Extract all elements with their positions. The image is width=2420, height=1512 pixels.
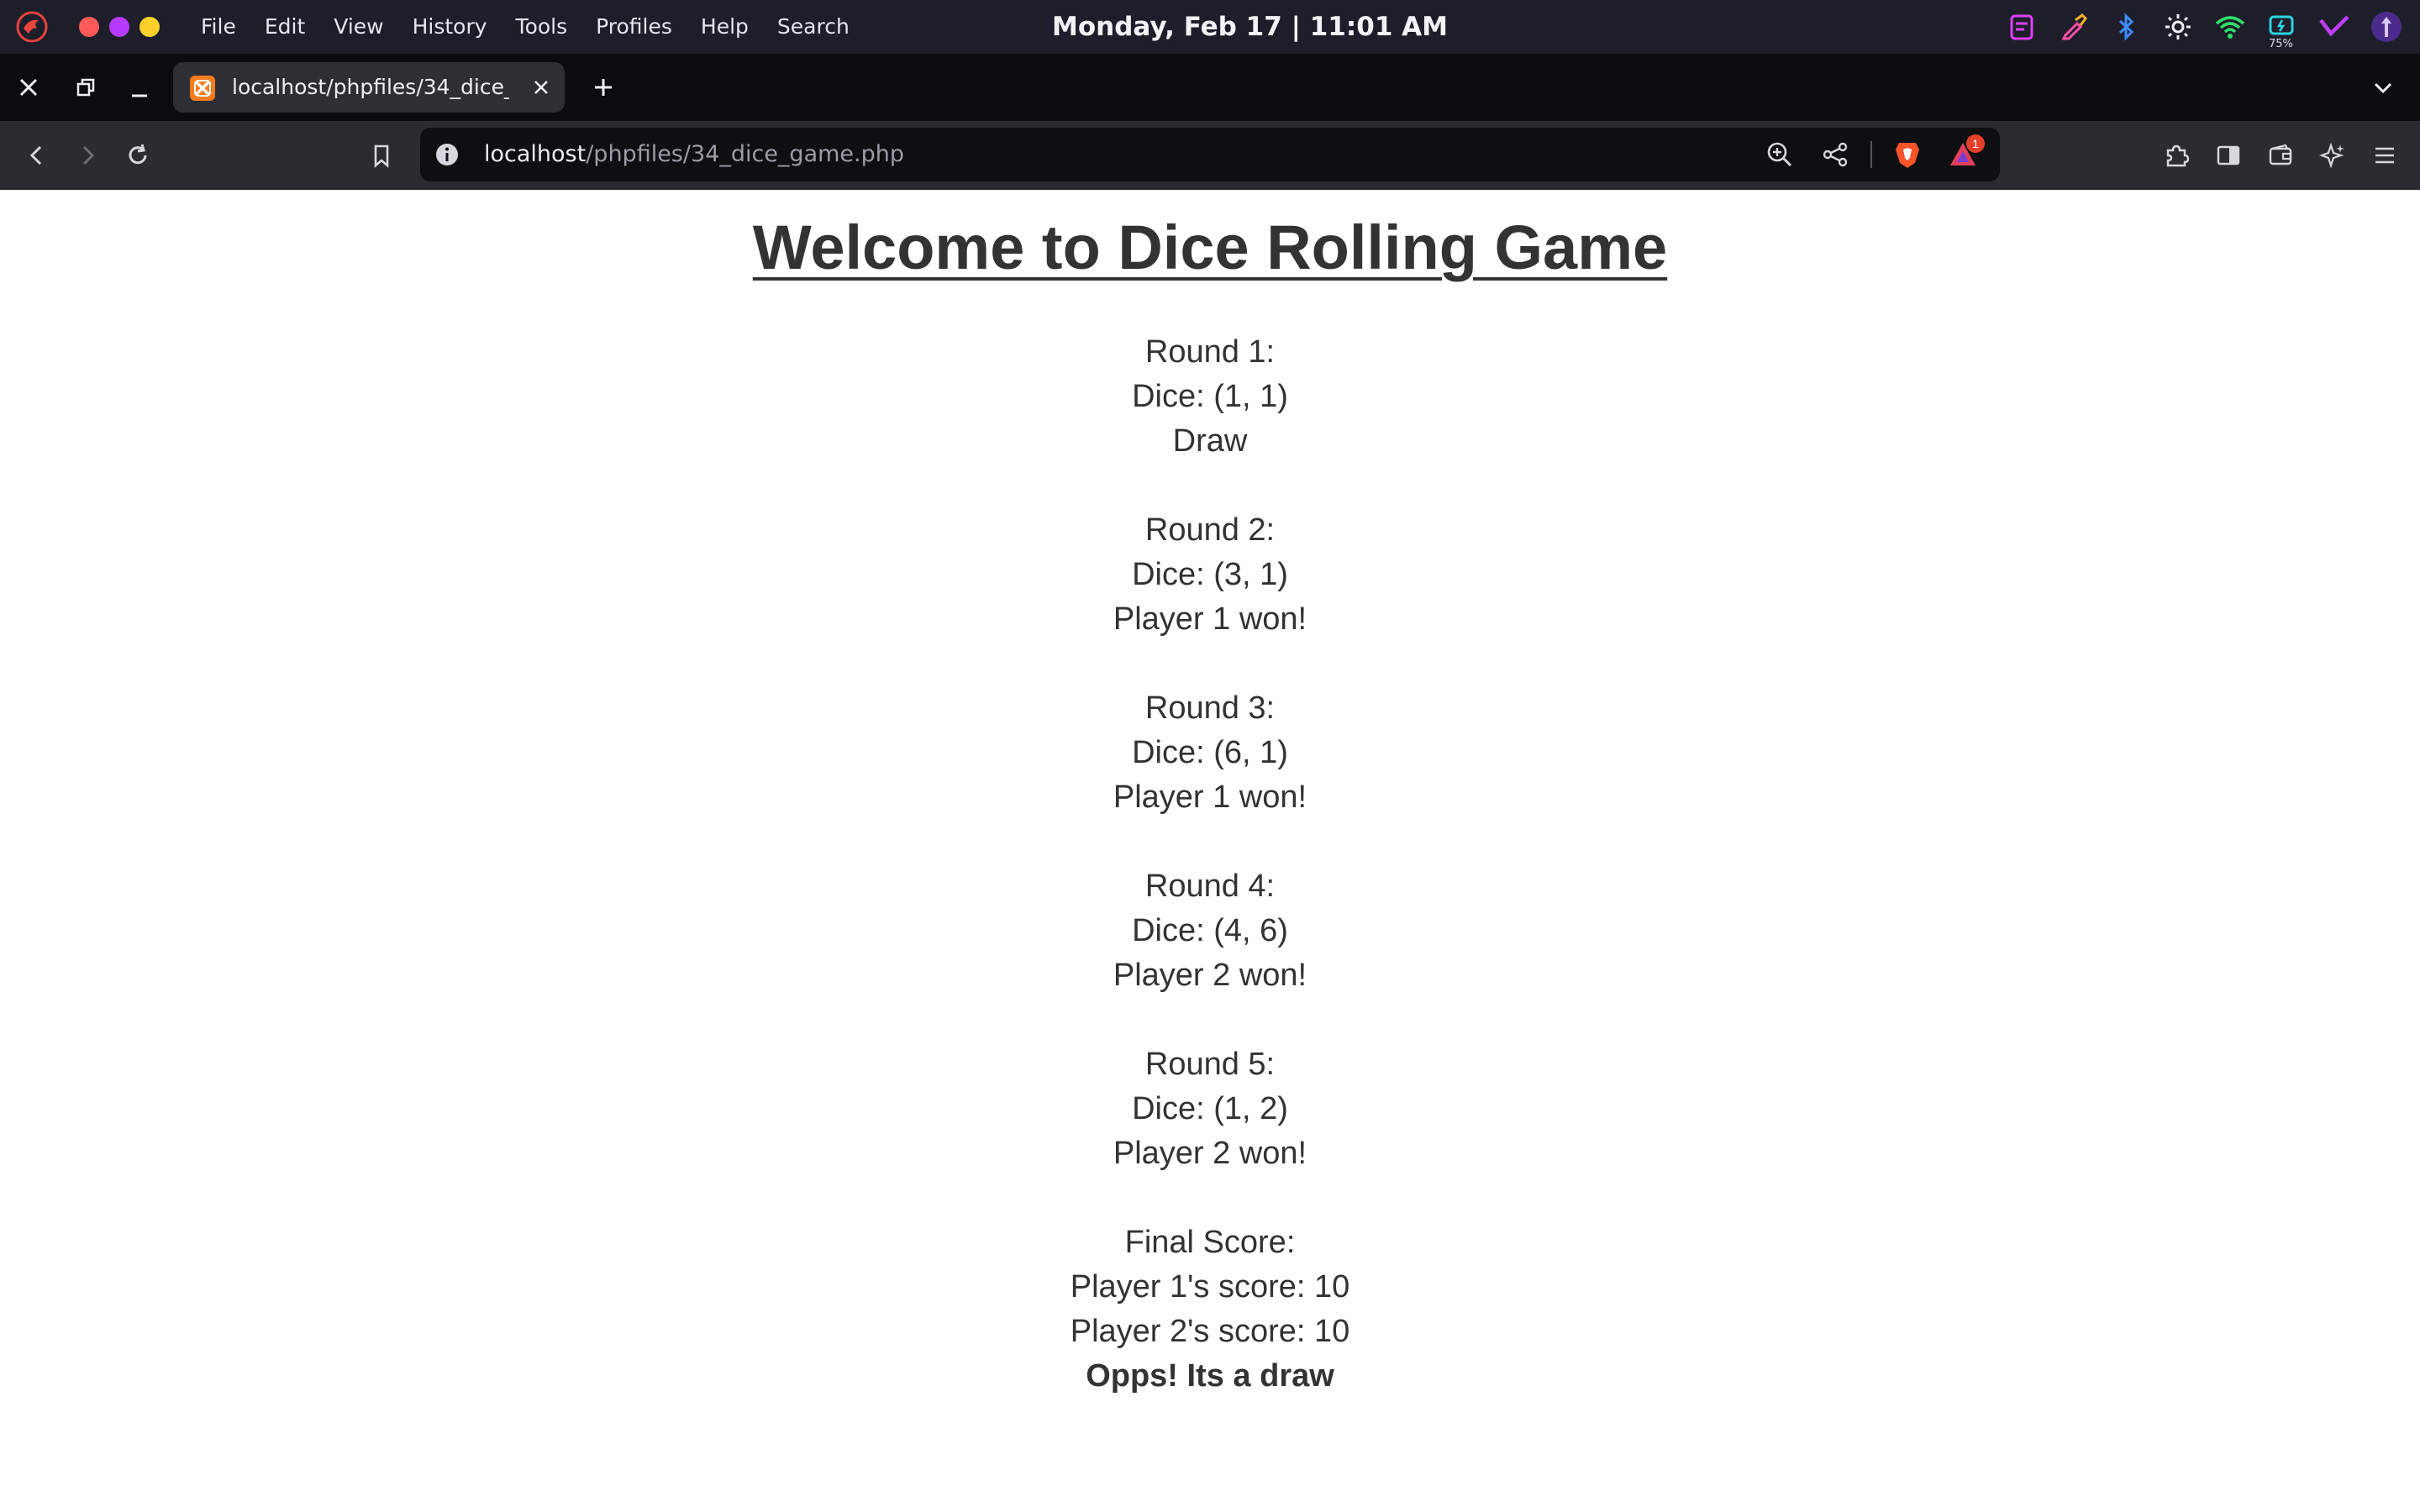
- round-block: Round 2: Dice: (3, 1) Player 1 won!: [0, 508, 2420, 642]
- final-verdict: Opps! Its a draw: [1086, 1358, 1334, 1394]
- new-tab-button[interactable]: [581, 66, 625, 109]
- menu-search[interactable]: Search: [763, 0, 864, 54]
- user-avatar-icon[interactable]: [2368, 8, 2405, 45]
- url-host: localhost: [484, 141, 587, 167]
- rewards-notification-badge: 1: [1966, 134, 1985, 153]
- close-window-button[interactable]: [7, 66, 50, 109]
- wifi-icon[interactable]: [2212, 8, 2249, 45]
- site-info-icon[interactable]: [434, 141, 460, 168]
- xampp-favicon-icon: [190, 76, 215, 101]
- leo-ai-icon[interactable]: [2311, 134, 2354, 177]
- tab-strip: localhost/phpfiles/34_dice_game.php: [0, 54, 2420, 121]
- round-dice: Dice: (6, 1): [1132, 735, 1288, 771]
- menu-file[interactable]: File: [187, 0, 250, 54]
- final-score-label: Final Score:: [1124, 1225, 1296, 1261]
- round-dice: Dice: (1, 1): [1132, 379, 1288, 415]
- round-label: Round 4:: [1144, 869, 1276, 905]
- address-bar-divider: [1870, 141, 1872, 168]
- menu-view[interactable]: View: [319, 0, 397, 54]
- restore-window-button[interactable]: [64, 66, 108, 109]
- menu-edit[interactable]: Edit: [250, 0, 319, 54]
- reload-button[interactable]: [116, 134, 160, 177]
- zoom-icon[interactable]: [1760, 134, 1800, 175]
- round-label: Round 5:: [1144, 1047, 1276, 1083]
- player1-score: Player 1's score: 10: [1070, 1269, 1350, 1305]
- round-result: Player 2 won!: [1113, 958, 1307, 994]
- checkmark-app-icon[interactable]: [2316, 8, 2353, 45]
- minimize-window-button[interactable]: [118, 66, 161, 109]
- tab-active[interactable]: localhost/phpfiles/34_dice_game.php: [173, 62, 565, 113]
- window-controls: [79, 17, 160, 37]
- tab-list-chevron-icon[interactable]: [2361, 66, 2405, 109]
- address-bar-actions: 1: [1760, 134, 1985, 175]
- page-content: Welcome to Dice Rolling Game Round 1: Di…: [0, 190, 2420, 1512]
- round-dice: Dice: (4, 6): [1132, 913, 1288, 949]
- battery-percent: 75%: [2269, 38, 2293, 50]
- system-tray: 75%: [2003, 8, 2405, 50]
- round-block: Round 3: Dice: (6, 1) Player 1 won!: [0, 686, 2420, 820]
- round-dice: Dice: (3, 1): [1132, 557, 1288, 593]
- round-block: Round 5: Dice: (1, 2) Player 2 won!: [0, 1042, 2420, 1176]
- window-minimize-dot[interactable]: [109, 17, 129, 37]
- window-maximize-dot[interactable]: [139, 17, 160, 37]
- browser-toolbar: localhost/phpfiles/34_dice_game.php 1: [0, 121, 2420, 190]
- sidebar-toggle-icon[interactable]: [2207, 134, 2250, 177]
- page-title: Welcome to Dice Rolling Game: [752, 213, 1668, 282]
- player2-score: Player 2's score: 10: [1070, 1314, 1350, 1350]
- share-icon[interactable]: [1815, 134, 1855, 175]
- battery-icon[interactable]: 75%: [2264, 8, 2301, 50]
- browser-right-tools: [2154, 134, 2407, 177]
- round-result: Draw: [1172, 423, 1248, 459]
- round-result: Player 1 won!: [1113, 601, 1307, 638]
- color-picker-icon[interactable]: [2055, 8, 2092, 45]
- round-result: Player 1 won!: [1113, 780, 1307, 816]
- round-block: Round 4: Dice: (4, 6) Player 2 won!: [0, 864, 2420, 998]
- forward-button[interactable]: [66, 134, 109, 177]
- address-bar[interactable]: localhost/phpfiles/34_dice_game.php 1: [420, 128, 2000, 181]
- notes-icon[interactable]: [2003, 8, 2040, 45]
- wallet-icon[interactable]: [2259, 134, 2302, 177]
- brightness-icon[interactable]: [2160, 8, 2196, 45]
- menu-tools[interactable]: Tools: [502, 0, 582, 54]
- rounds-list: Round 1: Dice: (1, 1) Draw Round 2: Dice…: [0, 330, 2420, 1399]
- dragon-logo-icon[interactable]: [13, 8, 50, 45]
- url-text[interactable]: localhost/phpfiles/34_dice_game.php: [484, 128, 904, 181]
- brave-rewards-icon[interactable]: 1: [1943, 134, 1985, 175]
- round-label: Round 3:: [1144, 690, 1276, 727]
- round-label: Round 1:: [1144, 334, 1276, 370]
- round-dice: Dice: (1, 2): [1132, 1091, 1288, 1127]
- menu-history[interactable]: History: [398, 0, 502, 54]
- extensions-icon[interactable]: [2154, 134, 2198, 177]
- window-close-dot[interactable]: [79, 17, 99, 37]
- brave-shields-icon[interactable]: [1887, 134, 1928, 175]
- round-block: Round 1: Dice: (1, 1) Draw: [0, 330, 2420, 464]
- tab-close-icon[interactable]: [524, 71, 558, 104]
- final-score-block: Final Score: Player 1's score: 10 Player…: [0, 1221, 2420, 1399]
- bluetooth-icon[interactable]: [2107, 8, 2144, 45]
- menu-help[interactable]: Help: [687, 0, 763, 54]
- menu-profiles[interactable]: Profiles: [581, 0, 687, 54]
- hamburger-menu-icon[interactable]: [2363, 134, 2407, 177]
- bookmark-button[interactable]: [360, 134, 403, 177]
- round-label: Round 2:: [1144, 512, 1276, 549]
- tab-title: localhost/phpfiles/34_dice_game.php: [232, 75, 509, 99]
- system-top-bar: File Edit View History Tools Profiles He…: [0, 0, 2420, 54]
- back-button[interactable]: [15, 134, 59, 177]
- round-result: Player 2 won!: [1113, 1136, 1307, 1172]
- url-path: /phpfiles/34_dice_game.php: [586, 141, 904, 167]
- system-clock[interactable]: Monday, Feb 17 | 11:01 AM: [1052, 0, 1448, 54]
- app-menu-bar: File Edit View History Tools Profiles He…: [187, 0, 864, 54]
